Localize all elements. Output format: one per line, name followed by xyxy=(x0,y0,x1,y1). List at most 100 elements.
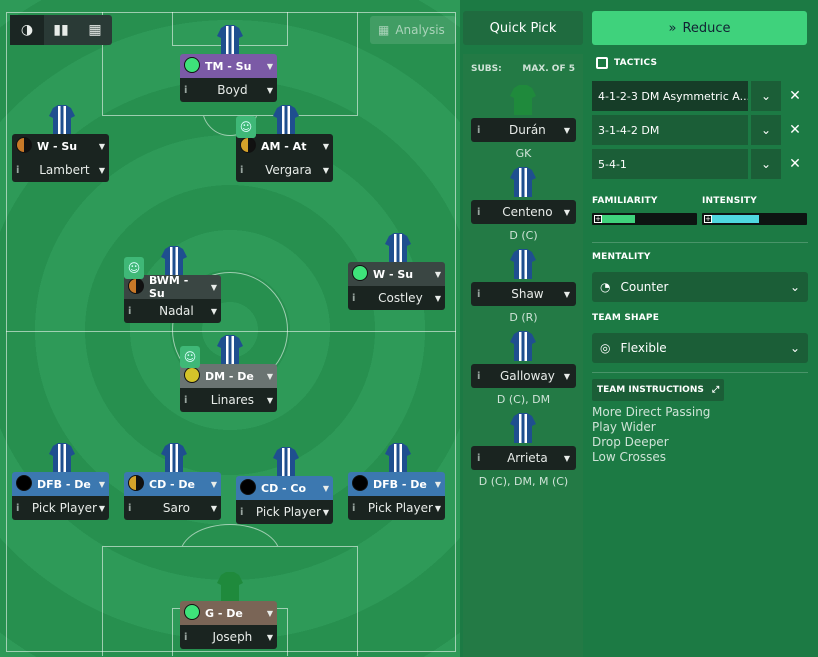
close-icon[interactable]: ✕ xyxy=(784,115,806,145)
dropdown-arrow-icon[interactable]: ▼ xyxy=(267,62,273,71)
dropdown-arrow-icon[interactable]: ▼ xyxy=(564,208,570,217)
mentality-select[interactable]: ◔ Counter ⌄ xyxy=(592,272,808,302)
sub-card[interactable]: i Arrieta ▼ D (C), DM, M (C) xyxy=(471,446,576,488)
player-selector[interactable]: i Pick Player ▼ xyxy=(348,496,445,520)
chevron-down-icon[interactable]: ⌄ xyxy=(751,81,781,111)
sub-player-selector[interactable]: i Durán ▼ xyxy=(471,118,576,142)
player-card[interactable]: DFB - De ▼ i Pick Player ▼ xyxy=(348,472,445,520)
tactic-name[interactable]: 4-1-2-3 DM Asymmetric A... xyxy=(592,81,748,111)
dropdown-arrow-icon[interactable]: ▼ xyxy=(564,454,570,463)
player-card[interactable]: CD - Co ▼ i Pick Player ▼ xyxy=(236,476,333,524)
bar-chart-icon[interactable]: ▮▮ xyxy=(44,15,78,45)
dropdown-arrow-icon[interactable]: ▼ xyxy=(323,166,329,175)
dropdown-arrow-icon[interactable]: ▼ xyxy=(323,508,329,517)
player-card[interactable]: AM - At ▼ i Vergara ▼ xyxy=(236,134,333,182)
role-selector[interactable]: CD - De ▼ xyxy=(124,472,221,496)
info-icon[interactable]: i xyxy=(477,289,491,300)
sub-player-selector[interactable]: i Shaw ▼ xyxy=(471,282,576,306)
info-icon[interactable]: i xyxy=(16,503,30,514)
player-card[interactable]: DFB - De ▼ i Pick Player ▼ xyxy=(12,472,109,520)
role-selector[interactable]: DFB - De ▼ xyxy=(12,472,109,496)
dropdown-arrow-icon[interactable]: ▼ xyxy=(211,504,217,513)
info-icon[interactable]: i xyxy=(16,165,30,176)
dropdown-arrow-icon[interactable]: ▼ xyxy=(435,480,441,489)
sub-card[interactable]: i Durán ▼ GK xyxy=(471,118,576,160)
team-shape-select[interactable]: ◎ Flexible ⌄ xyxy=(592,333,808,363)
role-selector[interactable]: G - De ▼ xyxy=(180,601,277,625)
player-card[interactable]: TM - Su ▼ i Boyd ▼ xyxy=(180,54,277,102)
info-icon[interactable]: i xyxy=(477,125,491,136)
dropdown-arrow-icon[interactable]: ▼ xyxy=(211,283,217,292)
info-icon[interactable]: i xyxy=(352,293,366,304)
sub-player-selector[interactable]: i Centeno ▼ xyxy=(471,200,576,224)
player-instructions-icon[interactable]: ☺ xyxy=(236,116,256,138)
player-selector[interactable]: i Costley ▼ xyxy=(348,286,445,310)
dropdown-arrow-icon[interactable]: ▼ xyxy=(267,609,273,618)
info-icon[interactable]: i xyxy=(352,503,366,514)
dropdown-arrow-icon[interactable]: ▼ xyxy=(211,307,217,316)
dropdown-arrow-icon[interactable]: ▼ xyxy=(564,126,570,135)
dropdown-arrow-icon[interactable]: ▼ xyxy=(323,142,329,151)
info-icon[interactable]: i xyxy=(184,85,198,96)
info-icon[interactable]: i xyxy=(128,306,142,317)
dropdown-arrow-icon[interactable]: ▼ xyxy=(267,633,273,642)
dropdown-arrow-icon[interactable]: ▼ xyxy=(435,294,441,303)
player-selector[interactable]: i Vergara ▼ xyxy=(236,158,333,182)
dropdown-arrow-icon[interactable]: ▼ xyxy=(323,484,329,493)
player-card[interactable]: W - Su ▼ i Costley ▼ xyxy=(348,262,445,310)
team-instructions-button[interactable]: TEAM INSTRUCTIONS ⤢ xyxy=(592,379,725,401)
dropdown-arrow-icon[interactable]: ▼ xyxy=(435,504,441,513)
reduce-button[interactable]: » Reduce xyxy=(592,11,807,45)
chevron-down-icon[interactable]: ⌄ xyxy=(751,115,781,145)
player-card[interactable]: G - De ▼ i Joseph ▼ xyxy=(180,601,277,649)
role-selector[interactable]: TM - Su ▼ xyxy=(180,54,277,78)
dropdown-arrow-icon[interactable]: ▼ xyxy=(99,166,105,175)
role-selector[interactable]: W - Su ▼ xyxy=(12,134,109,158)
player-selector[interactable]: i Nadal ▼ xyxy=(124,299,221,323)
contrast-icon[interactable]: ◑ xyxy=(10,15,44,45)
player-selector[interactable]: i Boyd ▼ xyxy=(180,78,277,102)
player-card[interactable]: CD - De ▼ i Saro ▼ xyxy=(124,472,221,520)
info-icon[interactable]: i xyxy=(477,453,491,464)
dropdown-arrow-icon[interactable]: ▼ xyxy=(564,290,570,299)
player-instructions-icon[interactable]: ☺ xyxy=(180,346,200,368)
close-icon[interactable]: ✕ xyxy=(784,81,806,111)
player-card[interactable]: BWM - Su ▼ i Nadal ▼ xyxy=(124,274,221,323)
player-selector[interactable]: i Pick Player ▼ xyxy=(12,496,109,520)
player-selector[interactable]: i Pick Player ▼ xyxy=(236,500,333,524)
dropdown-arrow-icon[interactable]: ▼ xyxy=(211,480,217,489)
dropdown-arrow-icon[interactable]: ▼ xyxy=(99,504,105,513)
dropdown-arrow-icon[interactable]: ▼ xyxy=(99,480,105,489)
dropdown-arrow-icon[interactable]: ▼ xyxy=(267,396,273,405)
player-instructions-icon[interactable]: ☺ xyxy=(124,257,144,279)
sub-card[interactable]: i Galloway ▼ D (C), DM xyxy=(471,364,576,406)
sub-player-selector[interactable]: i Galloway ▼ xyxy=(471,364,576,388)
player-selector[interactable]: i Lambert ▼ xyxy=(12,158,109,182)
chevron-down-icon[interactable]: ⌄ xyxy=(751,149,781,179)
info-icon[interactable]: i xyxy=(184,395,198,406)
tactic-name[interactable]: 3-1-4-2 DM xyxy=(592,115,748,145)
info-icon[interactable]: i xyxy=(128,503,142,514)
dropdown-arrow-icon[interactable]: ▼ xyxy=(267,86,273,95)
info-icon[interactable]: i xyxy=(240,165,254,176)
role-selector[interactable]: W - Su ▼ xyxy=(348,262,445,286)
player-selector[interactable]: i Saro ▼ xyxy=(124,496,221,520)
tactic-name[interactable]: 5-4-1 xyxy=(592,149,748,179)
sub-card[interactable]: i Centeno ▼ D (C) xyxy=(471,200,576,242)
info-icon[interactable]: i xyxy=(477,371,491,382)
role-selector[interactable]: DFB - De ▼ xyxy=(348,472,445,496)
dropdown-arrow-icon[interactable]: ▼ xyxy=(267,372,273,381)
dropdown-arrow-icon[interactable]: ▼ xyxy=(99,142,105,151)
calendar-icon[interactable]: ▦ xyxy=(78,15,112,45)
player-selector[interactable]: i Linares ▼ xyxy=(180,388,277,412)
quick-pick-button[interactable]: Quick Pick xyxy=(463,11,583,45)
analysis-button[interactable]: ▦ Analysis xyxy=(370,16,456,44)
player-card[interactable]: DM - De ▼ i Linares ▼ xyxy=(180,364,277,412)
sub-player-selector[interactable]: i Arrieta ▼ xyxy=(471,446,576,470)
info-icon[interactable]: i xyxy=(477,207,491,218)
player-card[interactable]: W - Su ▼ i Lambert ▼ xyxy=(12,134,109,182)
info-icon[interactable]: i xyxy=(240,507,254,518)
dropdown-arrow-icon[interactable]: ▼ xyxy=(435,270,441,279)
sub-card[interactable]: i Shaw ▼ D (R) xyxy=(471,282,576,324)
dropdown-arrow-icon[interactable]: ▼ xyxy=(564,372,570,381)
